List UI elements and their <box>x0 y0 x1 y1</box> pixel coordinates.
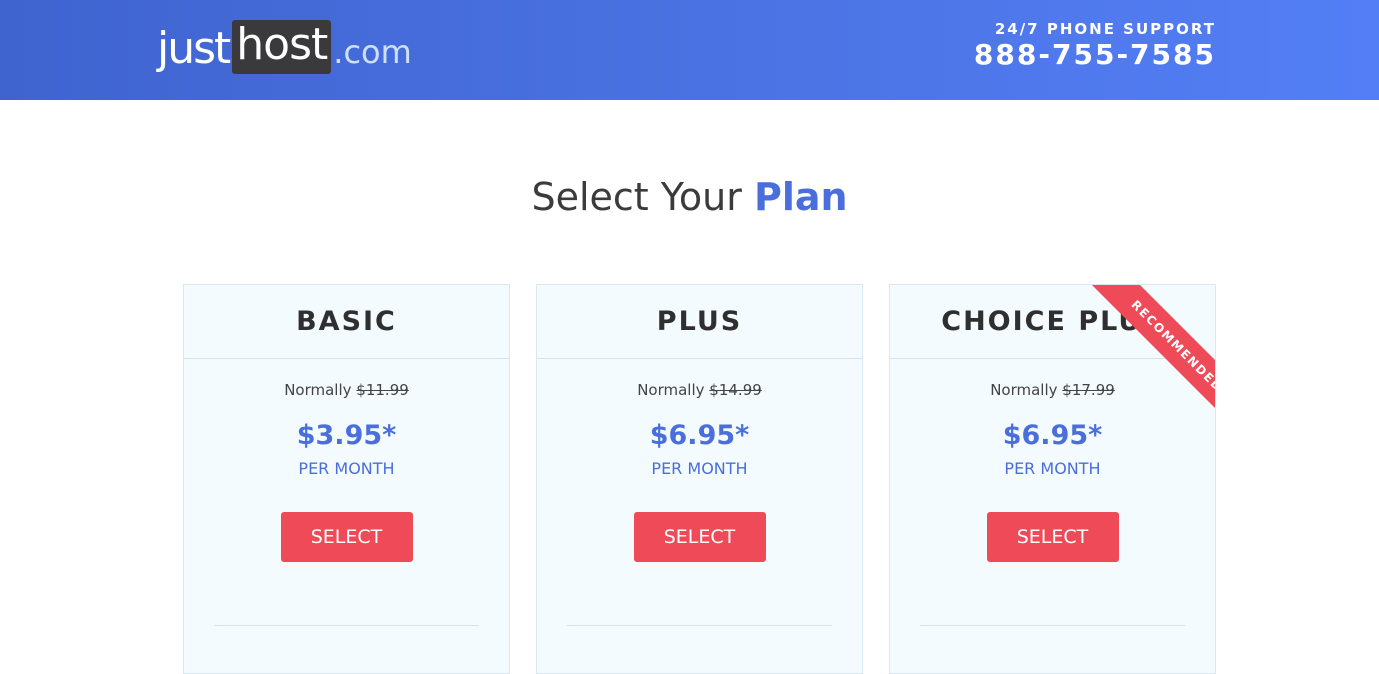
recommended-ribbon: RECOMMENDED <box>1075 285 1215 425</box>
plan-price: $6.95* <box>649 420 750 451</box>
plan-name: BASIC <box>184 285 509 359</box>
normally-label: Normally <box>284 381 357 399</box>
plan-name: PLUS <box>537 285 862 359</box>
phone-support: 24/7 PHONE SUPPORT 888-755-7585 <box>974 19 1216 71</box>
plan-card-basic: BASIC Normally $11.99 $3.95* PER MONTH S… <box>183 284 510 674</box>
normal-price-line: Normally $11.99 <box>184 381 509 399</box>
plan-card-choice-plus: CHOICE PLUS Normally $17.99 $6.95* PER M… <box>889 284 1216 674</box>
plan-divider <box>920 625 1185 626</box>
logo-text-host: host <box>232 20 332 74</box>
plan-divider <box>214 625 479 626</box>
logo-text-com: .com <box>333 33 412 71</box>
select-basic-button[interactable]: SELECT <box>280 512 413 562</box>
select-plus-button[interactable]: SELECT <box>633 512 766 562</box>
normal-price: $11.99 <box>356 381 409 399</box>
plan-price: $3.95* <box>296 420 397 451</box>
price-period: PER MONTH <box>651 459 748 478</box>
page-title: Select Your Plan <box>0 174 1379 220</box>
price-period: PER MONTH <box>298 459 395 478</box>
plan-card-plus: PLUS Normally $14.99 $6.95* PER MONTH SE… <box>536 284 863 674</box>
justhost-logo[interactable]: just host .com <box>157 18 412 74</box>
support-label: 24/7 PHONE SUPPORT <box>994 20 1216 38</box>
normal-price: $14.99 <box>709 381 762 399</box>
page-title-accent: Plan <box>753 175 848 219</box>
price-period: PER MONTH <box>1004 459 1101 478</box>
normally-label: Normally <box>990 381 1063 399</box>
select-choice-plus-button[interactable]: SELECT <box>986 512 1119 562</box>
normally-label: Normally <box>637 381 710 399</box>
logo-text-just: just <box>157 23 231 74</box>
plan-divider <box>567 625 832 626</box>
recommended-ribbon-label: RECOMMENDED <box>1087 285 1215 425</box>
support-phone-number[interactable]: 888-755-7585 <box>974 39 1216 71</box>
site-header: just host .com 24/7 PHONE SUPPORT 888-75… <box>0 0 1379 100</box>
normal-price-line: Normally $14.99 <box>537 381 862 399</box>
page-title-prefix: Select Your <box>531 175 754 219</box>
